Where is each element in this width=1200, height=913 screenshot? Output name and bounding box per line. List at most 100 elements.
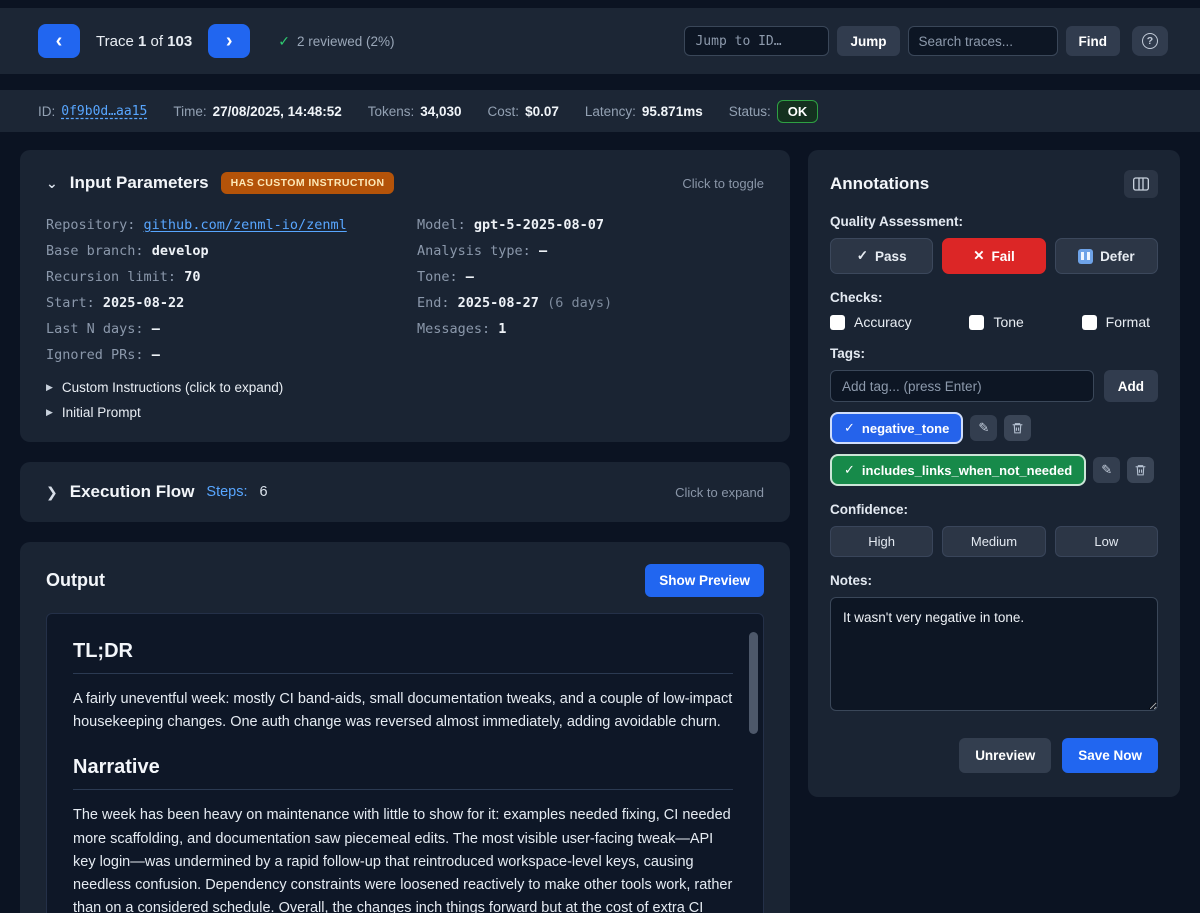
next-trace-button[interactable]: › xyxy=(208,24,251,58)
chevron-left-icon: ‹ xyxy=(55,30,63,52)
param-label: Messages: xyxy=(417,321,491,337)
check-icon: ✓ xyxy=(844,420,855,435)
x-icon: ✕ xyxy=(973,248,985,263)
toggle-hint: Click to toggle xyxy=(682,175,764,191)
param-label: End: xyxy=(417,295,450,311)
latency-label: Latency: xyxy=(584,103,636,119)
jump-button[interactable]: Jump xyxy=(837,26,900,56)
check-icon: ✓ xyxy=(278,32,290,49)
latency-value: 95.871ms xyxy=(641,103,703,119)
fail-button[interactable]: ✕ Fail xyxy=(942,238,1046,274)
unreview-button[interactable]: Unreview xyxy=(959,738,1052,773)
param-value: — xyxy=(151,321,160,337)
help-button[interactable]: ? xyxy=(1132,26,1168,56)
defer-button[interactable]: Defer xyxy=(1054,238,1158,274)
check-accuracy[interactable]: Accuracy xyxy=(830,314,912,330)
cost-label: Cost: xyxy=(487,103,520,119)
save-now-button[interactable]: Save Now xyxy=(1062,738,1158,773)
param-value: 2025-08-22 xyxy=(102,295,185,311)
check-tone[interactable]: Tone xyxy=(969,314,1024,330)
expander-label: Initial Prompt xyxy=(61,405,141,420)
repository-link[interactable]: github.com/zenml-io/zenml xyxy=(144,217,347,233)
param-start: Start: 2025-08-22 xyxy=(46,290,393,316)
tag-chip-includes-links[interactable]: ✓ includes_links_when_not_needed xyxy=(830,454,1087,486)
custom-instructions-expander[interactable]: ▶ Custom Instructions (click to expand) xyxy=(46,380,764,395)
confidence-low-button[interactable]: Low xyxy=(1054,526,1158,557)
trace-word: Trace xyxy=(96,32,134,50)
checkbox-unchecked-icon[interactable] xyxy=(830,314,845,330)
tokens-value: 34,030 xyxy=(420,103,462,119)
checkbox-unchecked-icon[interactable] xyxy=(1081,314,1097,330)
annotations-panel: Annotations Quality Assessment: ✓ Pass ✕… xyxy=(808,150,1180,797)
param-label: Base branch: xyxy=(46,243,144,259)
meta-id: ID: 0f9b0d…aa15 xyxy=(38,104,147,119)
tag-label: negative_tone xyxy=(861,420,950,436)
search-traces-input[interactable] xyxy=(907,26,1058,56)
param-analysis-type: Analysis type: — xyxy=(417,238,764,264)
annotations-title: Annotations xyxy=(830,174,930,193)
tag-label: includes_links_when_not_needed xyxy=(861,462,1073,478)
add-tag-input[interactable] xyxy=(830,370,1094,402)
notes-label: Notes: xyxy=(830,573,873,588)
param-value: — xyxy=(465,269,474,285)
status-label: Status: xyxy=(728,103,771,119)
chevron-right-icon: ❯ xyxy=(46,483,58,500)
tldr-heading: TL;DR xyxy=(73,640,733,674)
trace-id-link[interactable]: 0f9b0d…aa15 xyxy=(61,104,147,119)
show-preview-button[interactable]: Show Preview xyxy=(645,564,764,597)
confidence-high-button[interactable]: High xyxy=(830,526,934,557)
param-label: Analysis type: xyxy=(417,243,531,259)
trace-total-number: 103 xyxy=(167,32,193,50)
expand-hint: Click to expand xyxy=(675,484,764,500)
trace-counter: Trace 1 of 103 xyxy=(96,33,192,50)
param-value: 1 xyxy=(498,321,507,337)
pass-button[interactable]: ✓ Pass xyxy=(830,238,934,274)
output-content: TL;DR A fairly uneventful week: mostly C… xyxy=(46,613,764,913)
quality-assessment-label: Quality Assessment: xyxy=(830,214,964,229)
checkbox-unchecked-icon[interactable] xyxy=(969,314,985,330)
triangle-right-icon: ▶ xyxy=(46,382,53,392)
edit-tag-button[interactable]: ✎ xyxy=(970,415,998,441)
columns-icon xyxy=(1133,177,1149,191)
check-label: Tone xyxy=(993,314,1024,330)
prev-trace-button[interactable]: ‹ xyxy=(38,24,80,58)
output-scrollbar-thumb[interactable] xyxy=(749,632,758,734)
confidence-label: Confidence: xyxy=(830,502,909,517)
status-badge: OK xyxy=(776,99,819,123)
check-format[interactable]: Format xyxy=(1081,314,1150,330)
input-parameters-header[interactable]: ⌄ Input Parameters HAS CUSTOM INSTRUCTIO… xyxy=(46,172,764,194)
steps-label: Steps: xyxy=(206,484,248,500)
params-right-column: Model: gpt-5-2025-08-07 Analysis type: —… xyxy=(417,212,764,368)
param-label: Model: xyxy=(417,217,466,233)
find-button[interactable]: Find xyxy=(1065,26,1120,56)
param-recursion-limit: Recursion limit: 70 xyxy=(46,264,393,290)
param-value: 70 xyxy=(184,269,201,285)
initial-prompt-expander[interactable]: ▶ Initial Prompt xyxy=(46,405,764,420)
question-mark-icon: ? xyxy=(1142,33,1158,49)
meta-cost: Cost: $0.07 xyxy=(488,104,559,119)
confidence-medium-button[interactable]: Medium xyxy=(942,526,1046,557)
delete-tag-button[interactable] xyxy=(1004,415,1032,441)
param-label: Ignored PRs: xyxy=(46,347,144,363)
param-model: Model: gpt-5-2025-08-07 xyxy=(417,212,764,238)
check-icon: ✓ xyxy=(856,248,869,263)
add-tag-button[interactable]: Add xyxy=(1103,370,1158,402)
tag-chip-negative-tone[interactable]: ✓ negative_tone xyxy=(830,412,964,444)
delete-tag-button[interactable] xyxy=(1127,457,1155,483)
execution-flow-panel[interactable]: ❯ Execution Flow Steps: 6 Click to expan… xyxy=(20,462,790,522)
tag-row: ✓ includes_links_when_not_needed ✎ xyxy=(830,454,1158,486)
edit-tag-button[interactable]: ✎ xyxy=(1093,457,1121,483)
tldr-paragraph: A fairly uneventful week: mostly CI band… xyxy=(73,691,733,731)
param-label: Last N days: xyxy=(46,321,144,337)
input-parameters-panel: ⌄ Input Parameters HAS CUSTOM INSTRUCTIO… xyxy=(20,150,790,442)
expander-label: Custom Instructions (click to expand) xyxy=(61,380,284,395)
columns-layout-button[interactable] xyxy=(1124,170,1158,198)
pencil-icon: ✎ xyxy=(1101,462,1113,477)
input-parameters-title: Input Parameters xyxy=(69,173,209,192)
triangle-right-icon: ▶ xyxy=(46,407,53,417)
jump-to-id-input[interactable] xyxy=(684,26,830,56)
checks-label: Checks: xyxy=(830,290,883,305)
cost-value: $0.07 xyxy=(525,103,559,119)
notes-textarea[interactable]: It wasn't very negative in tone. xyxy=(830,597,1158,711)
pass-label: Pass xyxy=(875,248,907,264)
